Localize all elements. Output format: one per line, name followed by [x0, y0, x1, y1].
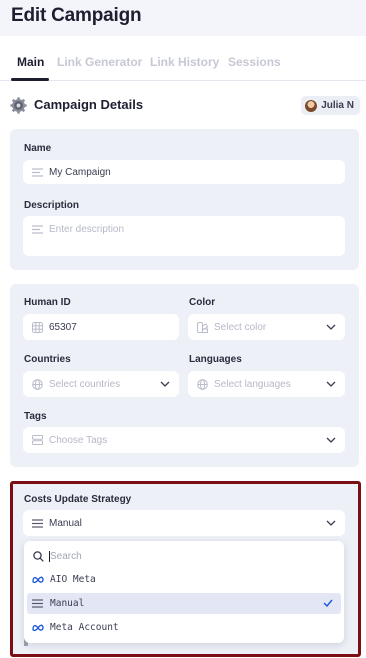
tags-placeholder: Choose Tags	[49, 434, 108, 446]
languages-placeholder: Select languages	[214, 378, 291, 390]
name-label: Name	[24, 143, 52, 154]
text-lines-icon	[32, 224, 43, 235]
tab-main[interactable]: Main	[17, 55, 44, 69]
page-title: Edit Campaign	[11, 5, 142, 26]
palette-icon	[197, 321, 208, 333]
chevron-down-icon	[326, 381, 336, 387]
description-field[interactable]: Enter description	[23, 216, 345, 256]
countries-label: Countries	[24, 354, 71, 365]
name-value: My Campaign	[49, 166, 111, 178]
tab-sessions[interactable]: Sessions	[228, 55, 281, 69]
countries-select[interactable]: Select countries	[23, 371, 179, 397]
tab-bar: Main Link Generator Link History Session…	[0, 40, 366, 81]
active-tab-indicator	[11, 78, 49, 81]
color-placeholder: Select color	[214, 321, 267, 333]
grid-icon	[32, 321, 43, 333]
page-header: Edit Campaign	[0, 0, 366, 36]
gear-icon	[10, 97, 27, 114]
description-placeholder: Enter description	[49, 224, 125, 235]
tab-link-generator[interactable]: Link Generator	[57, 55, 142, 69]
languages-select[interactable]: Select languages	[188, 371, 345, 397]
chevron-down-icon	[326, 437, 336, 443]
human-id-field[interactable]: 65307	[23, 314, 179, 340]
section-title: Campaign Details	[34, 97, 144, 112]
user-name: Julia N	[321, 100, 354, 111]
name-field[interactable]: My Campaign	[23, 160, 345, 184]
chevron-down-icon	[160, 381, 170, 387]
color-label: Color	[189, 297, 216, 308]
avatar	[305, 99, 318, 112]
details-card: Human ID 65307 Color Select color Countr…	[10, 284, 359, 467]
tags-select[interactable]: Choose Tags	[23, 427, 345, 453]
globe-icon	[32, 378, 43, 390]
description-label: Description	[24, 200, 80, 211]
human-id-label: Human ID	[24, 297, 71, 308]
user-badge[interactable]: Julia N	[301, 96, 360, 115]
human-id-value: 65307	[49, 321, 77, 333]
tab-link-history[interactable]: Link History	[150, 55, 219, 69]
text-lines-icon	[32, 167, 43, 178]
tags-label: Tags	[24, 411, 47, 422]
section-header: Campaign Details Julia N	[10, 94, 360, 118]
basic-info-card: Name My Campaign Description Enter descr…	[10, 129, 359, 270]
highlight-box	[10, 481, 361, 657]
color-select[interactable]: Select color	[188, 314, 345, 340]
tag-icon	[32, 435, 43, 446]
countries-placeholder: Select countries	[49, 378, 121, 390]
languages-label: Languages	[189, 354, 242, 365]
globe-icon	[197, 378, 208, 390]
chevron-down-icon	[326, 324, 336, 330]
